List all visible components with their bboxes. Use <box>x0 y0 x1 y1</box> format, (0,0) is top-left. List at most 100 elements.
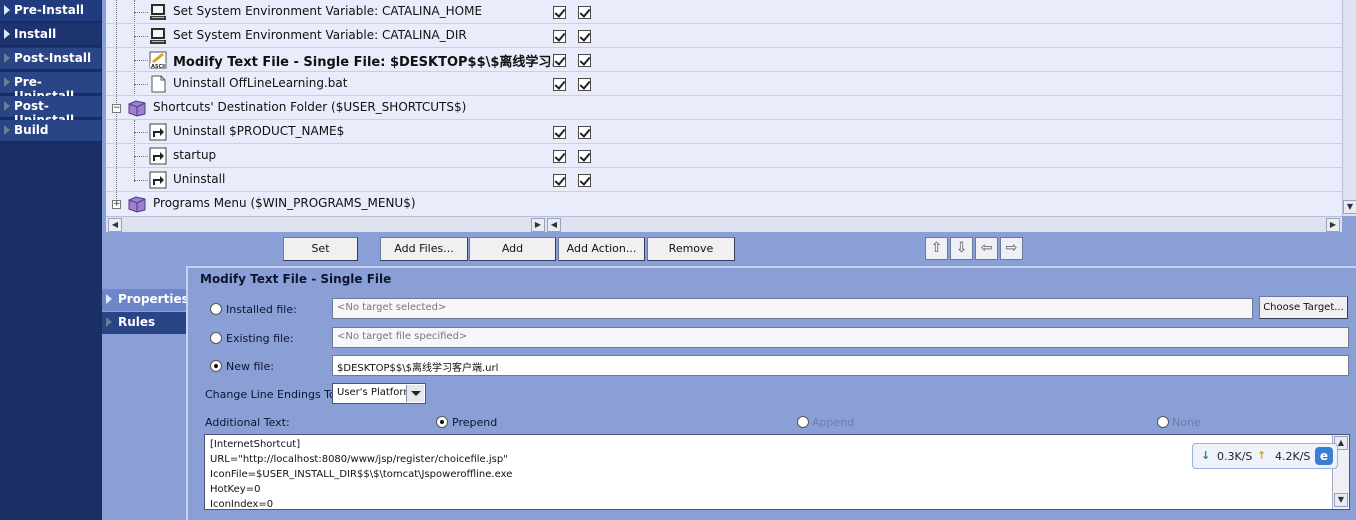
tree-horizontal-scrollbar[interactable]: ◀ ▶ ◀ ▶ <box>106 216 1342 232</box>
panel-title: Modify Text File - Single File <box>200 272 392 286</box>
chevron-down-icon[interactable] <box>406 385 424 402</box>
tree-row[interactable]: Uninstall OffLineLearning.bat <box>106 72 1342 96</box>
move-up-icon[interactable]: ⇧ <box>925 237 948 260</box>
shortcut-icon <box>149 171 167 189</box>
choose-target-button[interactable]: Choose Target... <box>1259 296 1348 319</box>
tab-rules[interactable]: Rules <box>102 312 186 334</box>
line-endings-select[interactable]: User's Platform <box>332 383 426 404</box>
tree-row[interactable]: Set System Environment Variable: CATALIN… <box>106 24 1342 48</box>
tree-row[interactable]: Set System Environment Variable: CATALIN… <box>106 0 1342 24</box>
append-label: Append <box>812 416 855 429</box>
checkbox[interactable] <box>578 30 591 43</box>
collapse-icon[interactable]: − <box>112 104 121 113</box>
triangle-right-icon <box>4 5 10 15</box>
triangle-right-icon <box>4 77 10 87</box>
tree-row-label: Modify Text File - Single File: $DESKTOP… <box>173 55 567 70</box>
nav-install[interactable]: Install <box>0 24 101 46</box>
tree-row-label: startup <box>173 148 217 162</box>
checkbox[interactable] <box>553 78 566 91</box>
checkbox[interactable] <box>578 6 591 19</box>
remove-button[interactable]: Remove <box>647 237 735 261</box>
tab-label: Rules <box>118 315 156 329</box>
none-label: None <box>1172 416 1201 429</box>
move-down-icon[interactable]: ⇩ <box>950 237 973 260</box>
tree-row[interactable]: startup <box>106 144 1342 168</box>
checkbox[interactable] <box>553 30 566 43</box>
shortcut-icon <box>149 123 167 141</box>
tree-row-folder[interactable]: − Shortcuts' Destination Folder ($USER_S… <box>106 96 1342 120</box>
checkbox[interactable] <box>553 54 566 67</box>
checkbox[interactable] <box>578 174 591 187</box>
tree-row-selected[interactable]: ASCII Modify Text File - Single File: $D… <box>106 48 1342 72</box>
install-tree: Set System Environment Variable: CATALIN… <box>106 0 1342 216</box>
append-radio[interactable] <box>797 416 809 428</box>
scroll-down-icon[interactable]: ▼ <box>1343 200 1356 214</box>
scroll-right-icon[interactable]: ▶ <box>1326 218 1340 232</box>
tree-row[interactable]: Uninstall <box>106 168 1342 192</box>
prepend-radio[interactable] <box>436 416 448 428</box>
nav-post-install[interactable]: Post-Install <box>0 48 101 70</box>
scroll-left-icon[interactable]: ◀ <box>547 218 561 232</box>
text-line: IconFile=$USER_INSTALL_DIR$$\$\tomcat\Js… <box>210 469 513 480</box>
ascii-file-icon: ASCII <box>149 51 167 69</box>
add-action-button[interactable]: Add Action... <box>558 237 645 261</box>
text-line: URL="http://localhost:8080/www/jsp/regis… <box>210 454 508 465</box>
move-left-icon[interactable]: ⇦ <box>975 237 998 260</box>
prepend-label: Prepend <box>452 416 498 429</box>
nav-pre-uninstall[interactable]: Pre-Uninstall <box>0 72 101 103</box>
checkbox[interactable] <box>578 78 591 91</box>
triangle-right-icon <box>4 53 10 63</box>
triangle-right-icon <box>106 317 112 327</box>
tree-row-label: Uninstall OffLineLearning.bat <box>173 76 348 90</box>
left-navigation: Pre-Install Install Post-Install Pre-Uni… <box>0 0 102 520</box>
tree-row-label: Programs Menu ($WIN_PROGRAMS_MENU$) <box>153 196 416 210</box>
network-speed-widget: ↓ 0.3K/S ↑ 4.2K/S e <box>1192 443 1338 469</box>
scroll-left-icon[interactable]: ◀ <box>108 218 122 232</box>
expand-icon[interactable]: + <box>112 200 121 209</box>
existing-file-radio[interactable] <box>210 332 222 344</box>
installed-file-radio[interactable] <box>210 303 222 315</box>
set-classpath-button[interactable]: Set Classpath <box>283 237 358 277</box>
checkbox[interactable] <box>578 54 591 67</box>
download-speed: 0.3K/S <box>1217 450 1253 463</box>
nav-label: Pre-Install <box>14 3 85 17</box>
existing-file-field[interactable]: <No target file specified> <box>332 327 1349 348</box>
none-radio[interactable] <box>1157 416 1169 428</box>
tree-row-folder[interactable]: + Programs Menu ($WIN_PROGRAMS_MENU$) <box>106 192 1342 216</box>
tree-row-label: Uninstall <box>173 172 226 186</box>
checkbox[interactable] <box>578 150 591 163</box>
folder-icon <box>128 100 146 117</box>
tree-vertical-scrollbar[interactable]: ▼ <box>1342 0 1356 216</box>
checkbox[interactable] <box>553 6 566 19</box>
select-value: User's Platform <box>337 387 414 398</box>
new-file-label: New file: <box>226 360 274 373</box>
tab-label: Properties <box>118 292 189 306</box>
additional-text-area[interactable]: [InternetShortcut] URL="http://localhost… <box>204 434 1350 510</box>
scroll-right-icon[interactable]: ▶ <box>531 218 545 232</box>
tree-row-label: Shortcuts' Destination Folder ($USER_SHO… <box>153 100 467 114</box>
triangle-right-icon <box>4 101 10 111</box>
upload-speed: 4.2K/S <box>1275 450 1311 463</box>
folder-icon <box>128 196 146 213</box>
nav-build[interactable]: Build <box>0 120 101 142</box>
computer-icon <box>150 28 166 44</box>
arrow-up-icon: ↑ <box>1257 449 1267 462</box>
nav-label: Build <box>14 123 49 137</box>
add-launcher-button[interactable]: Add Launcher... <box>469 237 556 277</box>
checkbox[interactable] <box>553 174 566 187</box>
scroll-down-icon[interactable]: ▼ <box>1334 493 1348 507</box>
checkbox[interactable] <box>578 126 591 139</box>
new-file-field[interactable]: $DESKTOP$$\$离线学习客户端.url <box>332 355 1349 376</box>
tab-properties[interactable]: Properties <box>102 289 189 311</box>
new-file-radio[interactable] <box>210 360 222 372</box>
browser-icon[interactable]: e <box>1315 447 1333 465</box>
add-files-button[interactable]: Add Files... <box>380 237 468 261</box>
checkbox[interactable] <box>553 150 566 163</box>
nav-pre-install[interactable]: Pre-Install <box>0 0 101 22</box>
move-right-icon[interactable]: ⇨ <box>1000 237 1023 260</box>
nav-post-uninstall[interactable]: Post-Uninstall <box>0 96 101 127</box>
installed-file-field[interactable]: <No target selected> <box>332 298 1253 319</box>
arrow-down-icon: ↓ <box>1201 449 1211 462</box>
checkbox[interactable] <box>553 126 566 139</box>
tree-row[interactable]: Uninstall $PRODUCT_NAME$ <box>106 120 1342 144</box>
